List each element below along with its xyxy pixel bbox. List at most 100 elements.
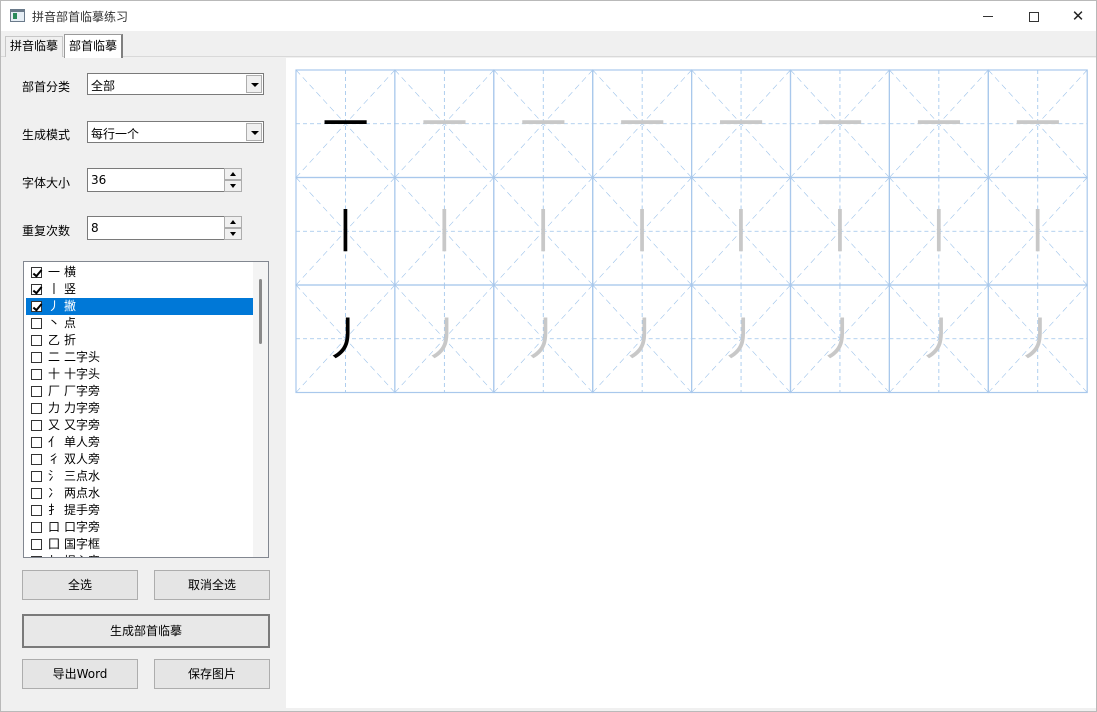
chevron-down-icon[interactable] xyxy=(246,75,262,93)
tab-bar: 拼音临摹 部首临摹 xyxy=(1,31,1096,58)
list-item[interactable]: 厂厂字旁 xyxy=(26,383,253,400)
increment-icon[interactable] xyxy=(224,168,242,180)
list-item[interactable]: 丿撇 xyxy=(26,298,253,315)
repeat-label: 重复次数 xyxy=(22,224,71,238)
radical-name: 又字旁 xyxy=(64,418,101,432)
radical-char: 囗 xyxy=(48,537,61,551)
list-item[interactable]: 扌提手旁 xyxy=(26,502,253,519)
list-item[interactable]: 又又字旁 xyxy=(26,417,253,434)
font-size-stepper[interactable]: 36 xyxy=(87,168,242,192)
trace-character: 丿 xyxy=(817,312,863,366)
list-item[interactable]: 二二字头 xyxy=(26,349,253,366)
export-word-button[interactable]: 导出Word xyxy=(22,659,138,689)
radical-name: 力字旁 xyxy=(64,401,101,415)
checkbox[interactable] xyxy=(31,352,42,363)
radical-char: 十 xyxy=(48,367,61,381)
list-item[interactable]: 氵三点水 xyxy=(26,468,253,485)
checkbox[interactable] xyxy=(31,403,42,414)
list-item[interactable]: 一横 xyxy=(26,264,253,281)
checkbox[interactable] xyxy=(31,284,42,295)
trace-character: 丿 xyxy=(1015,312,1061,366)
radical-char: 亻 xyxy=(48,435,61,449)
trace-character: 丿 xyxy=(718,312,764,366)
trace-character: 一 xyxy=(619,97,665,151)
trace-character: 丿 xyxy=(619,312,665,366)
decrement-icon[interactable] xyxy=(224,228,242,240)
list-item[interactable]: 丶点 xyxy=(26,315,253,332)
radical-char: 口 xyxy=(48,520,61,534)
radical-name: 提手旁 xyxy=(64,503,101,517)
deselect-all-button[interactable]: 取消全选 xyxy=(154,570,270,600)
list-item[interactable]: 丨竖 xyxy=(26,281,253,298)
decrement-icon[interactable] xyxy=(224,180,242,192)
checkbox[interactable] xyxy=(31,318,42,329)
checkbox[interactable] xyxy=(31,454,42,465)
radical-char: 丿 xyxy=(48,299,61,313)
checkbox[interactable] xyxy=(31,556,42,557)
model-character: 一 xyxy=(322,97,368,151)
radical-name: 折 xyxy=(64,333,77,347)
mode-value: 每行一个 xyxy=(91,127,140,141)
radical-list[interactable]: 一横丨竖丿撇丶点乙折二二字头十十字头厂厂字旁力力字旁又又字旁亻单人旁彳双人旁氵三… xyxy=(23,261,269,558)
tab-pinyin[interactable]: 拼音临摹 xyxy=(5,36,64,57)
trace-character: 丨 xyxy=(619,204,665,258)
mode-select[interactable]: 每行一个 xyxy=(87,121,264,143)
radical-char: 忄 xyxy=(48,553,60,557)
settings-panel: 部首分类 全部 生成模式 每行一个 字体大小 36 重复次数 8 一 横 丨 竖… xyxy=(7,58,286,708)
list-item[interactable]: 囗国字框 xyxy=(26,536,253,553)
title-bar: 拼音部首临摹练习 ✕ xyxy=(1,1,1096,31)
list-scrollbar[interactable] xyxy=(253,262,268,557)
trace-character: 丨 xyxy=(520,204,566,258)
radical-name: 三点水 xyxy=(64,469,101,483)
app-icon xyxy=(10,9,25,22)
checkbox[interactable] xyxy=(31,301,42,312)
radical-name: 单人旁 xyxy=(64,435,101,449)
radical-name: 点 xyxy=(64,316,77,330)
radical-char: 力 xyxy=(48,401,61,415)
chevron-down-icon[interactable] xyxy=(246,123,262,141)
generate-button[interactable]: 生成部首临摹 xyxy=(22,614,270,648)
checkbox[interactable] xyxy=(31,471,42,482)
radical-char: 丶 xyxy=(48,316,61,330)
radical-name: 国字框 xyxy=(64,537,101,551)
trace-character: 丿 xyxy=(916,312,962,366)
save-image-button[interactable]: 保存图片 xyxy=(154,659,270,689)
checkbox[interactable] xyxy=(31,522,42,533)
checkbox[interactable] xyxy=(31,539,42,550)
list-item[interactable]: 亻单人旁 xyxy=(26,434,253,451)
scroll-thumb[interactable] xyxy=(259,279,262,344)
list-item[interactable]: 忄提心旁 xyxy=(26,553,253,557)
trace-character: 一 xyxy=(817,97,863,151)
checkbox[interactable] xyxy=(31,505,42,516)
checkbox[interactable] xyxy=(31,420,42,431)
checkbox[interactable] xyxy=(31,369,42,380)
mode-label: 生成模式 xyxy=(22,128,71,142)
checkbox[interactable] xyxy=(31,488,42,499)
list-item[interactable]: 口口字旁 xyxy=(26,519,253,536)
radical-name: 口字旁 xyxy=(64,520,101,534)
minimize-button[interactable] xyxy=(965,1,1011,31)
repeat-stepper[interactable]: 8 xyxy=(87,216,242,240)
checkbox[interactable] xyxy=(31,335,42,346)
checkbox[interactable] xyxy=(31,267,42,278)
category-select[interactable]: 全部 xyxy=(87,73,264,95)
checkbox[interactable] xyxy=(31,386,42,397)
repeat-value: 8 xyxy=(91,221,99,235)
radical-char: 氵 xyxy=(48,469,61,483)
increment-icon[interactable] xyxy=(224,216,242,228)
list-item[interactable]: 乙折 xyxy=(26,332,253,349)
list-item[interactable]: 彳双人旁 xyxy=(26,451,253,468)
select-all-button[interactable]: 全选 xyxy=(22,570,138,600)
close-button[interactable]: ✕ xyxy=(1055,1,1097,31)
trace-character: 丨 xyxy=(916,204,962,258)
practice-canvas: 一一一一一一一一丨丨丨丨丨丨丨丨丿丿丿丿丿丿丿丿 xyxy=(286,58,1096,708)
trace-character: 一 xyxy=(718,97,764,151)
list-item[interactable]: 冫两点水 xyxy=(26,485,253,502)
radical-char: 乙 xyxy=(48,333,61,347)
minimize-icon xyxy=(983,16,993,17)
tab-radical[interactable]: 部首临摹 xyxy=(64,34,124,58)
checkbox[interactable] xyxy=(31,437,42,448)
list-item[interactable]: 十十字头 xyxy=(26,366,253,383)
list-item[interactable]: 力力字旁 xyxy=(26,400,253,417)
maximize-button[interactable] xyxy=(1011,1,1057,31)
